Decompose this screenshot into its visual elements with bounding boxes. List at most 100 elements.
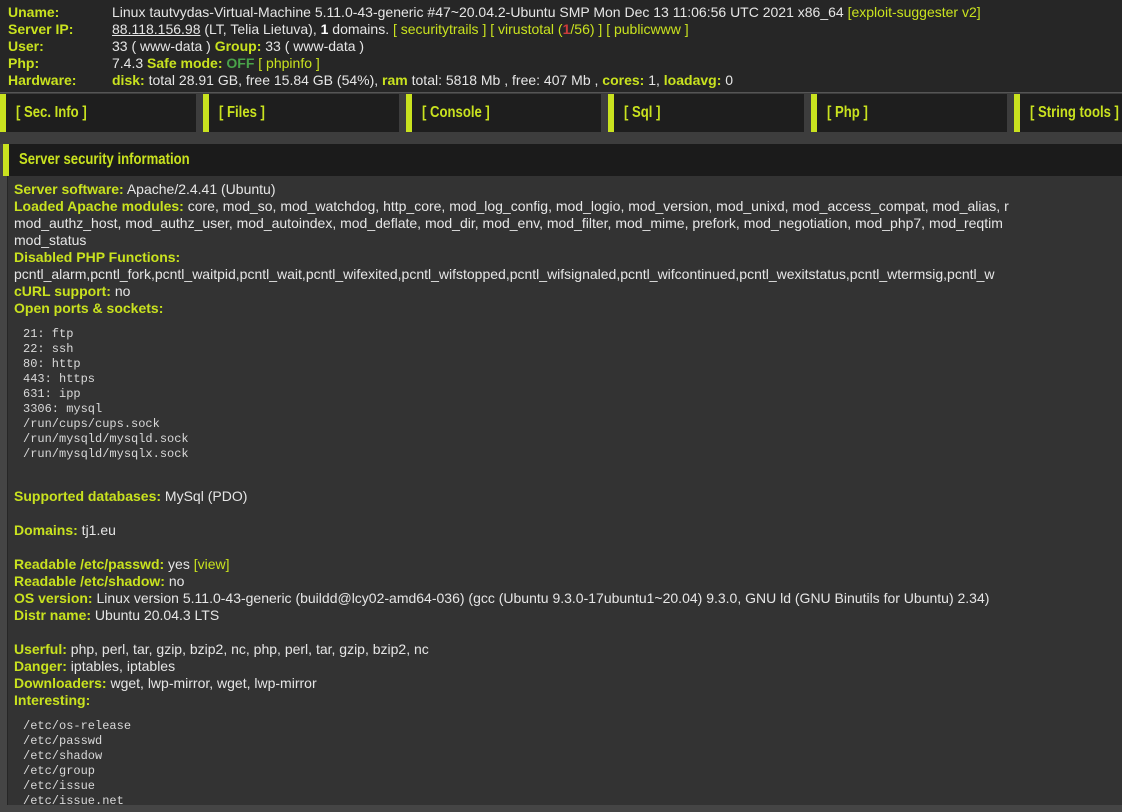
- field-label: Userful:: [14, 641, 67, 657]
- tab-console[interactable]: [ Console ]: [406, 94, 602, 132]
- info-line: cURL support: no: [14, 283, 1122, 300]
- section-header: Server security information: [3, 144, 1122, 176]
- link[interactable]: /56) ]: [570, 21, 602, 37]
- info-line: Loaded Apache modules: core, mod_so, mod…: [14, 198, 1122, 215]
- info-line: Userful: php, perl, tar, gzip, bzip2, nc…: [14, 641, 1122, 658]
- text-segment: 1,: [644, 72, 663, 88]
- text-segment: 33 ( www-data ): [112, 38, 215, 54]
- text-segment: domains.: [328, 21, 393, 37]
- inline-label: ram: [382, 72, 408, 88]
- info-row-label: User:: [8, 38, 112, 55]
- field-label: Downloaders:: [14, 675, 107, 691]
- field-label: Server software:: [14, 181, 124, 197]
- text-segment: mod_authz_host, mod_authz_user, mod_auto…: [14, 215, 1003, 231]
- link[interactable]: [ securitytrails ]: [393, 21, 486, 37]
- info-line: OS version: Linux version 5.11.0-43-gene…: [14, 590, 1122, 607]
- tab-label: [ Files ]: [219, 104, 265, 122]
- field-label: Open ports & sockets:: [14, 300, 163, 316]
- tab-label: [ Sec. Info ]: [16, 104, 87, 122]
- tab-label: [ Sql ]: [624, 104, 660, 122]
- text-segment: total 28.91 GB, free 15.84 GB (54%),: [145, 72, 382, 88]
- info-line: Disabled PHP Functions:: [14, 249, 1122, 266]
- info-row: Hardware:disk: total 28.91 GB, free 15.8…: [8, 72, 1122, 89]
- field-label: Interesting:: [14, 692, 90, 708]
- field-label: Domains:: [14, 522, 78, 538]
- field-label: Danger:: [14, 658, 67, 674]
- blank-line: [14, 539, 1122, 556]
- inline-label: loadavg:: [664, 72, 722, 88]
- info-row-value: 7.4.3 Safe mode: OFF [ phpinfo ]: [112, 55, 320, 72]
- text-segment: no: [165, 573, 184, 589]
- section-title: Server security information: [19, 151, 190, 169]
- tab-files[interactable]: [ Files ]: [203, 94, 399, 132]
- info-line: Interesting:: [14, 692, 1122, 709]
- text-segment: tj1.eu: [78, 522, 116, 538]
- text-segment: 7.4.3: [112, 55, 147, 71]
- info-row-label: Uname:: [8, 4, 112, 21]
- text-segment: php, perl, tar, gzip, bzip2, nc, php, pe…: [67, 641, 429, 657]
- link[interactable]: [ phpinfo ]: [258, 55, 320, 71]
- info-row-label: Php:: [8, 55, 112, 72]
- info-line: Domains: tj1.eu: [14, 522, 1122, 539]
- text-segment: Linux version 5.11.0-43-generic (buildd@…: [93, 590, 990, 606]
- field-label: Readable /etc/passwd:: [14, 556, 164, 572]
- text-segment: core, mod_so, mod_watchdog, http_core, m…: [184, 198, 1009, 214]
- info-row-value: 33 ( www-data ) Group: 33 ( www-data ): [112, 38, 364, 55]
- field-label: Distr name:: [14, 607, 91, 623]
- field-label: Supported databases:: [14, 488, 161, 504]
- text-segment: Linux tautvydas-Virtual-Machine 5.11.0-4…: [112, 4, 848, 20]
- info-line: Downloaders: wget, lwp-mirror, wget, lwp…: [14, 675, 1122, 692]
- link[interactable]: [exploit-suggester v2]: [848, 4, 981, 20]
- info-row: User:33 ( www-data ) Group: 33 ( www-dat…: [8, 38, 1122, 55]
- tab-bar: [ Sec. Info ] [ Files ] [ Console ] [ Sql ]…: [0, 92, 1122, 132]
- inline-label: Safe mode:: [147, 55, 222, 71]
- info-line: Readable /etc/shadow: no: [14, 573, 1122, 590]
- ip-link[interactable]: 88.118.156.98: [112, 21, 201, 37]
- info-line: Open ports & sockets:: [14, 300, 1122, 317]
- inline-label: disk:: [112, 72, 145, 88]
- info-row: Php:7.4.3 Safe mode: OFF [ phpinfo ]: [8, 55, 1122, 72]
- blank-line: [14, 624, 1122, 641]
- tab-php[interactable]: [ Php ]: [811, 94, 1007, 132]
- link[interactable]: [ virustotal (: [490, 21, 562, 37]
- text-segment: iptables, iptables: [67, 658, 175, 674]
- info-line: Danger: iptables, iptables: [14, 658, 1122, 675]
- security-info-content: Server software: Apache/2.4.41 (Ubuntu)L…: [7, 176, 1122, 805]
- text-segment: MySql (PDO): [161, 488, 247, 504]
- info-row-label: Server IP:: [8, 21, 112, 38]
- inline-label: cores:: [602, 72, 644, 88]
- text-segment: total: 5818 Mb , free: 407 Mb ,: [408, 72, 603, 88]
- status-ok-text: OFF: [226, 55, 254, 71]
- server-info-panel: Uname:Linux tautvydas-Virtual-Machine 5.…: [0, 0, 1122, 92]
- info-row-label: Hardware:: [8, 72, 112, 89]
- text-segment: wget, lwp-mirror, wget, lwp-mirror: [107, 675, 317, 691]
- field-label: cURL support:: [14, 283, 111, 299]
- info-row: Uname:Linux tautvydas-Virtual-Machine 5.…: [8, 4, 1122, 21]
- field-label: Loaded Apache modules:: [14, 198, 184, 214]
- text-segment: (LT, Telia Lietuva),: [201, 21, 321, 37]
- text-segment: yes: [164, 556, 194, 572]
- info-row-value: disk: total 28.91 GB, free 15.84 GB (54%…: [112, 72, 733, 89]
- info-line: mod_authz_host, mod_authz_user, mod_auto…: [14, 215, 1122, 232]
- link[interactable]: [view]: [194, 556, 230, 572]
- tab-sql[interactable]: [ Sql ]: [608, 94, 804, 132]
- text-segment: pcntl_alarm,pcntl_fork,pcntl_waitpid,pcn…: [14, 266, 995, 282]
- text-segment: Apache/2.4.41 (Ubuntu): [124, 181, 276, 197]
- info-line: mod_status: [14, 232, 1122, 249]
- tab-label: [ Php ]: [827, 104, 868, 122]
- tab-label: [ String tools ]: [1030, 104, 1119, 122]
- tab-bar-spacer: [0, 132, 1122, 144]
- info-line: Supported databases: MySql (PDO): [14, 488, 1122, 505]
- link[interactable]: [ publicwww ]: [606, 21, 688, 37]
- info-line: Readable /etc/passwd: yes [view]: [14, 556, 1122, 573]
- text-segment: 0: [721, 72, 733, 88]
- text-segment: 33 ( www-data ): [261, 38, 364, 54]
- mono-output-block: 21: ftp 22: ssh 80: http 443: https 631:…: [14, 327, 1122, 462]
- field-label: Disabled PHP Functions:: [14, 249, 180, 265]
- tab-string-tools[interactable]: [ String tools ]: [1014, 94, 1122, 132]
- tab-sec-info[interactable]: [ Sec. Info ]: [0, 94, 196, 132]
- info-line: Distr name: Ubuntu 20.04.3 LTS: [14, 607, 1122, 624]
- info-row-value: 88.118.156.98 (LT, Telia Lietuva), 1 dom…: [112, 21, 689, 38]
- text-segment: Ubuntu 20.04.3 LTS: [91, 607, 219, 623]
- field-label: OS version:: [14, 590, 93, 606]
